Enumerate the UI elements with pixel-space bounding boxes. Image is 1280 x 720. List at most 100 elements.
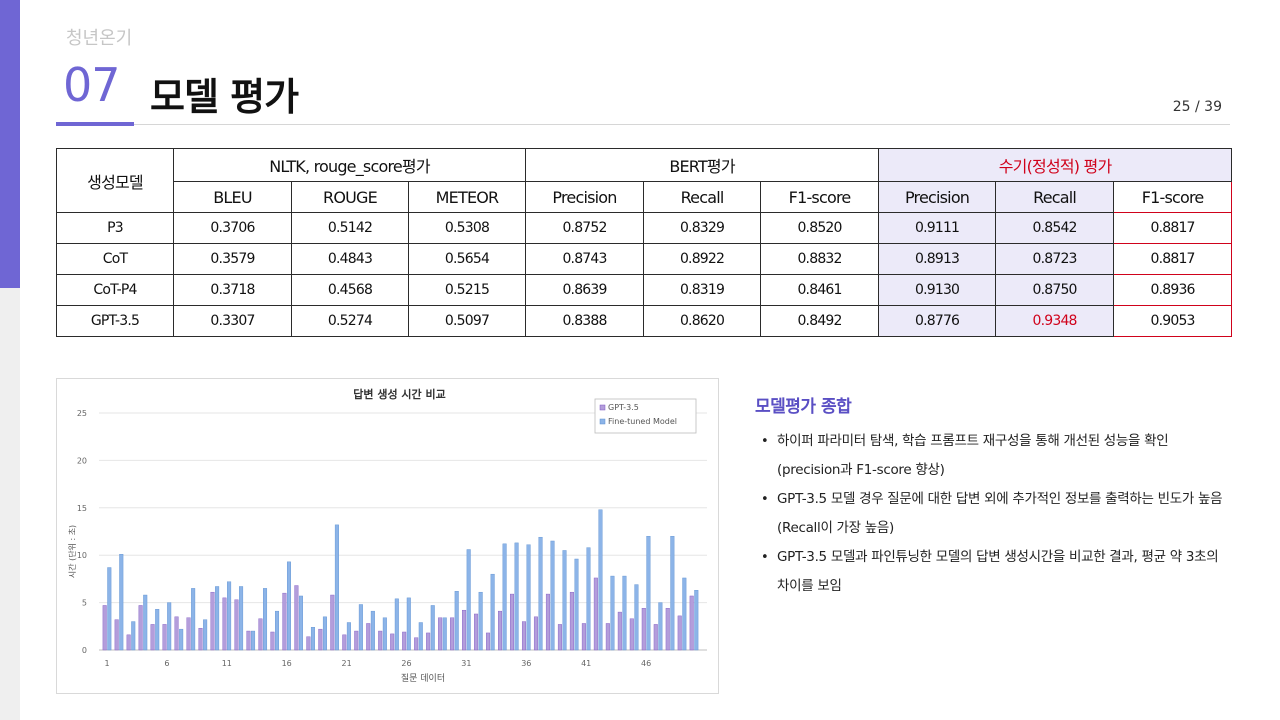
bar-finetuned <box>310 627 315 651</box>
bar-gpt35 <box>677 615 682 651</box>
bar-finetuned <box>442 617 447 651</box>
bar-finetuned <box>694 590 699 651</box>
bar-finetuned <box>658 602 663 651</box>
bar-gpt35 <box>426 632 431 651</box>
x-tick-label: 6 <box>164 659 169 668</box>
metric-value-cell: 0.9130 <box>878 274 997 306</box>
bar-finetuned <box>358 604 363 651</box>
title-divider <box>56 124 1230 125</box>
group-header-manual: 수기(정성적) 평가 <box>878 148 1233 182</box>
bar-gpt35 <box>605 623 610 651</box>
bar-finetuned <box>191 588 196 651</box>
metric-value-cell: 0.8542 <box>995 212 1115 244</box>
bar-gpt35 <box>510 593 515 651</box>
model-name-cell: CoT <box>56 243 174 275</box>
bar-gpt35 <box>354 630 359 651</box>
bar-gpt35 <box>414 637 419 651</box>
bar-gpt35 <box>486 632 491 651</box>
bar-finetuned <box>370 610 375 651</box>
bar-gpt35 <box>294 585 299 651</box>
bar-finetuned <box>418 622 423 651</box>
bar-gpt35 <box>234 599 239 651</box>
table-row: P3 0.3706 0.5142 0.5308 0.8752 0.8329 0.8520 0.… <box>56 212 1233 244</box>
table-group-header-row: 생성모델 NLTK, rouge_score평가 BERT평가 수기(정성적) … <box>56 148 1233 213</box>
bar-finetuned <box>430 605 435 651</box>
bar-gpt35 <box>366 623 371 651</box>
bar-gpt35 <box>593 577 598 651</box>
metric-header: Precision <box>525 181 645 213</box>
metric-header: Precision <box>878 181 997 213</box>
bar-finetuned <box>179 628 184 651</box>
bar-finetuned <box>334 524 339 651</box>
table-row: GPT-3.5 0.3307 0.5274 0.5097 0.8388 0.8620 0.8… <box>56 305 1233 337</box>
bar-gpt35 <box>186 617 191 651</box>
table-metric-header-row: BLEU ROUGE METEOR Precision Recall F1-sc… <box>57 181 1233 213</box>
bar-gpt35 <box>641 608 646 651</box>
bar-gpt35 <box>653 624 658 651</box>
model-name-cell: P3 <box>56 212 174 244</box>
summary-bullet: 하이퍼 파라미터 탐색, 학습 프롬프트 재구성을 통해 개선된 성능을 확인 … <box>755 427 1225 485</box>
left-accent-bar <box>0 0 20 288</box>
bar-finetuned <box>275 610 280 651</box>
bar-gpt35 <box>533 616 538 651</box>
section-number: 07 <box>63 58 121 112</box>
bar-gpt35 <box>138 605 143 651</box>
bar-gpt35 <box>270 631 275 651</box>
bar-gpt35 <box>545 593 550 651</box>
bar-gpt35 <box>102 605 107 651</box>
metric-header: Recall <box>995 181 1115 213</box>
metric-value-cell: 0.8520 <box>760 212 880 244</box>
bar-gpt35 <box>450 617 455 651</box>
bar-gpt35 <box>222 597 227 651</box>
bar-finetuned <box>322 616 327 651</box>
metric-value-cell: 0.8620 <box>643 305 762 337</box>
metric-value-cell: 0.5097 <box>407 305 527 337</box>
bar-finetuned <box>502 543 507 651</box>
summary-title: 모델평가 종합 <box>755 397 852 417</box>
metric-value-cell: 0.8832 <box>760 243 880 275</box>
bar-finetuned <box>670 536 675 651</box>
metric-value-cell: 0.8752 <box>525 212 645 244</box>
group-header-bert: BERT평가 <box>525 148 880 182</box>
metric-value-cell: 0.3579 <box>173 243 292 275</box>
chart-title: 답변 생성 시간 비교 <box>353 387 445 401</box>
bar-gpt35 <box>462 609 467 651</box>
bar-gpt35 <box>282 592 287 651</box>
page-indicator: 25 / 39 <box>1172 99 1222 115</box>
metric-value-cell: 0.8936 <box>1113 274 1233 306</box>
metric-value-cell: 0.8776 <box>878 305 997 337</box>
bar-gpt35 <box>150 624 155 651</box>
table-row: CoT-P4 0.3718 0.4568 0.5215 0.8639 0.8319 0.84… <box>56 274 1233 306</box>
bar-gpt35 <box>174 616 179 651</box>
y-tick-label: 10 <box>77 551 87 560</box>
metric-value-cell: 0.5654 <box>407 243 527 275</box>
metric-value-cell: 0.5308 <box>407 212 527 244</box>
metric-value-cell: 0.8492 <box>760 305 880 337</box>
bar-gpt35 <box>557 624 562 651</box>
bar-finetuned <box>610 575 615 651</box>
bar-finetuned <box>526 544 531 651</box>
bar-gpt35 <box>581 623 586 651</box>
legend-label: Fine-tuned Model <box>608 417 677 426</box>
metric-value-cell: 0.3706 <box>173 212 292 244</box>
bar-finetuned <box>119 554 124 651</box>
bar-finetuned <box>167 602 172 651</box>
bar-finetuned <box>107 567 112 651</box>
bar-finetuned <box>215 586 220 651</box>
metric-value-cell: 0.8817 <box>1113 243 1233 275</box>
metric-header: ROUGE <box>291 181 409 213</box>
model-column-header: 생성모델 <box>56 148 174 213</box>
legend-swatch <box>599 418 606 425</box>
model-name-cell: GPT-3.5 <box>56 305 174 337</box>
x-tick-label: 41 <box>581 659 591 668</box>
bar-gpt35 <box>438 617 443 651</box>
y-tick-label: 25 <box>77 409 87 418</box>
legend-swatch <box>599 404 606 411</box>
bar-finetuned <box>478 591 483 651</box>
bar-gpt35 <box>629 618 634 651</box>
bar-finetuned <box>634 584 639 651</box>
bar-gpt35 <box>126 634 131 651</box>
bar-finetuned <box>298 595 303 651</box>
legend-label: GPT-3.5 <box>608 403 639 412</box>
bar-gpt35 <box>210 591 215 651</box>
